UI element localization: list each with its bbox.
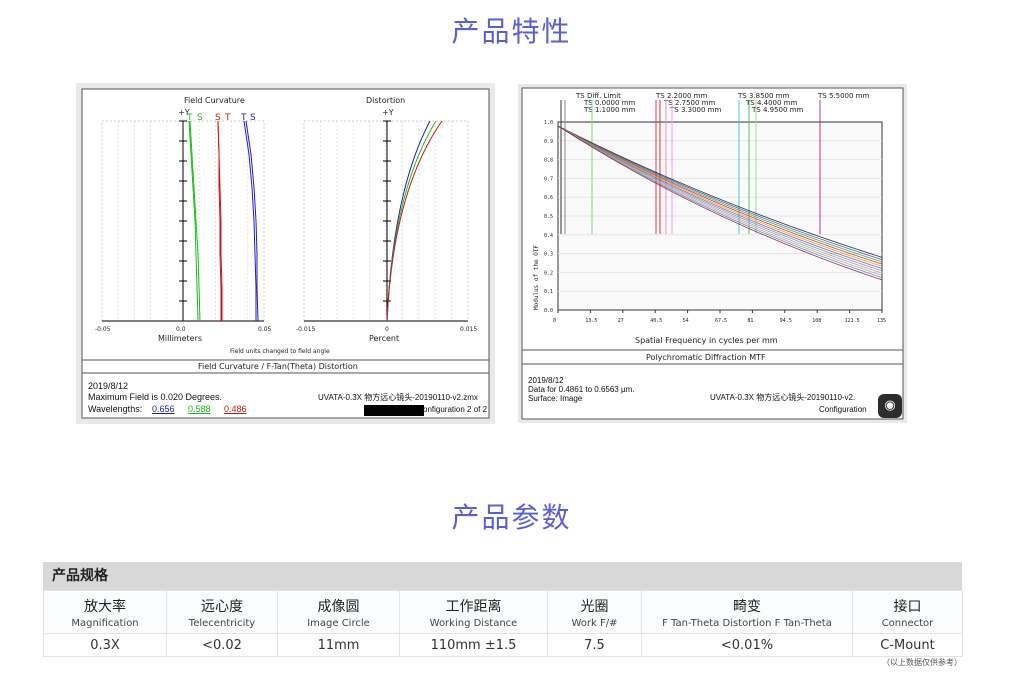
mtf-legend-8: TS 4.9500 mm [751, 106, 803, 114]
cell-distortion: <0.01% [641, 633, 853, 657]
cell-telecentricity: <0.02 [166, 633, 278, 657]
mtf-svg: 1.0 0.9 0.8 0.7 0.6 0.5 0.4 0.3 0.2 0.1 0.00 13.5 27… [521, 87, 904, 420]
dist-plus-y: +Y [382, 108, 394, 117]
mtf-ytick: 0.4 [544, 233, 553, 239]
cell-connector: C-Mount [852, 633, 963, 657]
mtf-figure: 1.0 0.9 0.8 0.7 0.6 0.5 0.4 0.3 0.2 0.1 0.0 0 13.5 27… [518, 84, 907, 423]
fc-max-field: Maximum Field is 0.020 Degrees. [88, 392, 223, 402]
mtf-ylabel: Modulus of the OTF [533, 245, 540, 310]
spec-note: （以上数据仅供参考） [882, 658, 962, 667]
mtf-caption: Polychromatic Diffraction MTF [646, 353, 766, 362]
mtf-xtick: 13.5 [585, 318, 597, 324]
mtf-ytick: 0.0 [544, 308, 553, 314]
fc-tick-1: 0.0 [176, 326, 186, 333]
dist-tick-0: -0.015 [296, 326, 316, 333]
table-row: 0.3X <0.02 11mm 110mm ±1.5 7.5 <0.01% C-… [43, 633, 963, 657]
camera-icon[interactable]: ◉ [878, 394, 902, 418]
fc-legend-4: T [240, 113, 247, 123]
fc-xlabel: Millimeters [158, 334, 202, 343]
mtf-legend-2: TS 1.1000 mm [583, 106, 635, 114]
fc-title: Field Curvature [184, 96, 245, 105]
spec-header-row: 放大率 Magnification 远心度 Telecentricity 成像圆 Im… [43, 590, 963, 634]
mtf-xtick: 94.5 [780, 318, 792, 324]
dist-tick-2: 0.015 [460, 326, 477, 333]
cell-working-distance: 110mm ±1.5 [399, 633, 548, 657]
fc-wavelength-label: Wavelengths: [88, 404, 143, 414]
col-image-circle: 成像圆 Image Circle [277, 590, 400, 634]
dist-xlabel: Percent [369, 334, 399, 343]
mtf-ytick: 1.0 [544, 120, 553, 126]
mtf-legend-9: TS 5.5000 mm [817, 92, 869, 100]
fc-legend-2: S [215, 113, 221, 123]
mtf-ytick: 0.3 [544, 252, 553, 258]
fc-wavelength-1: 0.588 [188, 404, 211, 414]
mtf-xtick: 135 [877, 318, 886, 324]
cell-aperture: 7.5 [547, 633, 642, 657]
dist-tick-1: 0 [385, 326, 389, 333]
fc-config: onfiguration 2 of 2 [423, 405, 488, 414]
cell-image-circle: 11mm [277, 633, 400, 657]
mtf-data-line: Data for 0.4861 to 0.6563 µm. [528, 385, 635, 394]
fc-file: UVATA-0.3X 物方远心镜头-20190110-v2.zmx [318, 393, 478, 402]
mtf-xlabel: Spatial Frequency in cycles per mm [635, 336, 778, 345]
spec-table-container: 产品规格 放大率 Magnification 远心度 Telecentricity … [43, 562, 963, 667]
mtf-ytick: 0.7 [544, 176, 553, 182]
fc-tick-2: 0.05 [258, 326, 272, 333]
mtf-date: 2019/8/12 [528, 376, 564, 385]
dist-title: Distortion [366, 96, 405, 105]
col-telecentricity: 远心度 Telecentricity [166, 590, 278, 634]
mtf-ytick: 0.1 [544, 289, 553, 295]
mtf-file: UVATA-0.3X 物方远心镜头-20190110-v2. [710, 393, 856, 402]
fc-legend-5: S [250, 113, 256, 123]
mtf-xtick: 54 [683, 318, 689, 324]
fc-tick-0: -0.05 [95, 326, 111, 333]
mtf-ytick: 0.2 [544, 270, 553, 276]
section-title-features: 产品特性 [451, 15, 572, 48]
mtf-ytick: 0.8 [544, 158, 553, 164]
fc-caption: Field Curvature / F-Tan(Theta) Distortio… [198, 362, 358, 371]
mtf-xtick: 121.5 [845, 318, 860, 324]
mtf-xtick: 81 [747, 318, 753, 324]
mtf-xtick: 27 [618, 318, 624, 324]
redaction-bar [364, 405, 424, 416]
col-distortion: 畸变 F Tan-Theta Distortion F Tan-Theta [641, 590, 853, 634]
mtf-legend-5: TS 3.3000 mm [669, 106, 721, 114]
col-aperture: 光圈 Work F/# [547, 590, 642, 634]
spec-table: 放大率 Magnification 远心度 Telecentricity 成像圆 Im… [43, 590, 963, 657]
fc-legend-3: T [224, 113, 231, 123]
section-title-parameters: 产品参数 [451, 501, 572, 534]
fc-wavelength-2: 0.486 [224, 404, 247, 414]
fc-wavelength-0: 0.656 [152, 404, 175, 414]
fc-date: 2019/8/12 [88, 381, 129, 391]
mtf-ytick: 0.5 [544, 214, 553, 220]
col-working-distance: 工作距离 Working Distance [399, 590, 548, 634]
spec-header: 产品规格 [43, 562, 962, 590]
fc-legend-0: T [186, 113, 193, 123]
field-curvature-figure: Field Curvature Distortion +Y +Y T S S T… [76, 83, 495, 424]
cell-magnification: 0.3X [43, 633, 167, 657]
col-connector: 接口 Connector [852, 590, 963, 634]
field-curvature-svg: Field Curvature Distortion +Y +Y T S S T… [81, 88, 490, 419]
mtf-xtick: 0 [553, 318, 556, 324]
mtf-ytick: 0.6 [544, 195, 553, 201]
col-magnification: 放大率 Magnification [43, 590, 167, 634]
mtf-xtick: 67.5 [715, 318, 727, 324]
mtf-ytick: 0.9 [544, 139, 553, 145]
mtf-xtick: 108 [812, 318, 821, 324]
units-note: Field units changed to field angle [230, 348, 330, 355]
mtf-xtick: 40.5 [650, 318, 662, 324]
mtf-config: Configuration [819, 405, 867, 414]
fc-legend-1: S [197, 113, 203, 123]
mtf-surface: Surface: Image [528, 394, 583, 403]
